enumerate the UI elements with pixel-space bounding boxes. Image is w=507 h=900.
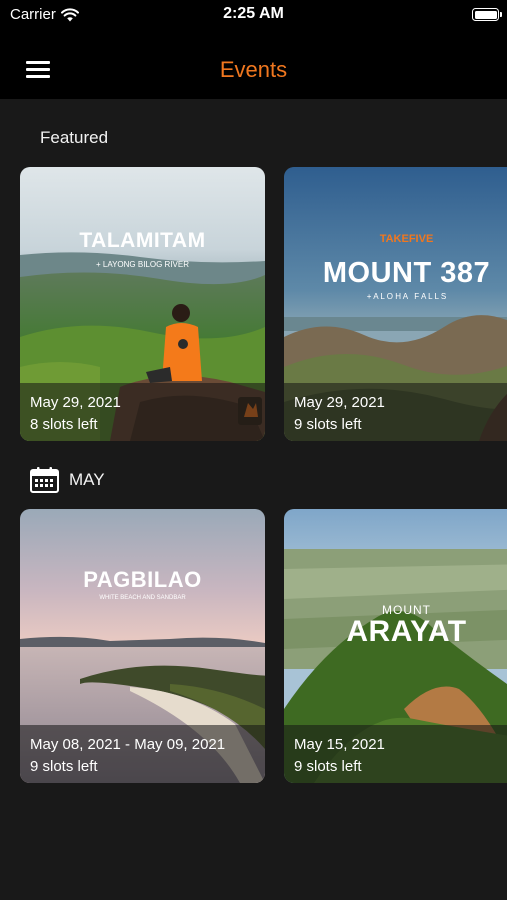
- event-slots: 8 slots left: [30, 416, 98, 433]
- event-slots: 9 slots left: [294, 758, 362, 775]
- event-date: May 29, 2021: [30, 394, 121, 411]
- featured-section-label: Featured: [40, 128, 109, 147]
- events-screen: Carrier 2:25 AM Events Featured TALAMITA…: [0, 0, 507, 900]
- month-label: MAY: [69, 469, 105, 489]
- status-bar: Carrier 2:25 AM: [0, 0, 507, 30]
- event-card-info: May 15, 2021 9 slots left: [284, 725, 507, 783]
- event-date: May 08, 2021 - May 09, 2021: [30, 736, 226, 753]
- month-section-header: MAY: [30, 466, 105, 493]
- battery-icon: [472, 8, 502, 21]
- navigation-bar: Events: [0, 30, 507, 99]
- calendar-icon: [30, 467, 59, 493]
- event-image-title: ARAYAT: [346, 615, 467, 648]
- event-card-mount-387[interactable]: TAKEFIVE MOUNT 387 + A L O H A F A L L S…: [284, 167, 507, 441]
- event-image-title: PAGBILAO: [83, 567, 202, 592]
- event-image-subtitle: + LAYONG BILOG RIVER: [96, 260, 189, 269]
- event-slots: 9 slots left: [294, 416, 362, 433]
- event-image-logo: TAKEFIVE: [379, 233, 434, 245]
- page-title: Events: [219, 57, 288, 82]
- event-slots: 9 slots left: [30, 758, 98, 775]
- event-card-info: May 08, 2021 - May 09, 2021 9 slots left: [20, 725, 265, 783]
- event-date: May 15, 2021: [294, 736, 385, 753]
- event-card-pagbilao[interactable]: PAGBILAO WHITE BEACH AND SANDBAR May 08,…: [20, 509, 265, 783]
- event-card-talamitam[interactable]: TALAMITAM + LAYONG BILOG RIVER May 29, 2…: [20, 167, 265, 441]
- event-image-title: TALAMITAM: [79, 229, 206, 252]
- event-card-info: May 29, 2021 9 slots left: [284, 383, 507, 441]
- event-card-arayat[interactable]: MOUNT ARAYAT May 15, 2021 9 slots left: [284, 509, 507, 783]
- event-card-info: May 29, 2021 8 slots left: [20, 383, 265, 441]
- event-image-title: MOUNT 387: [322, 257, 491, 289]
- status-time: 2:25 AM: [223, 5, 284, 22]
- event-date: May 29, 2021: [294, 394, 385, 411]
- event-image-subtitle: + A L O H A F A L L S: [366, 292, 447, 301]
- event-image-subtitle: WHITE BEACH AND SANDBAR: [99, 595, 186, 601]
